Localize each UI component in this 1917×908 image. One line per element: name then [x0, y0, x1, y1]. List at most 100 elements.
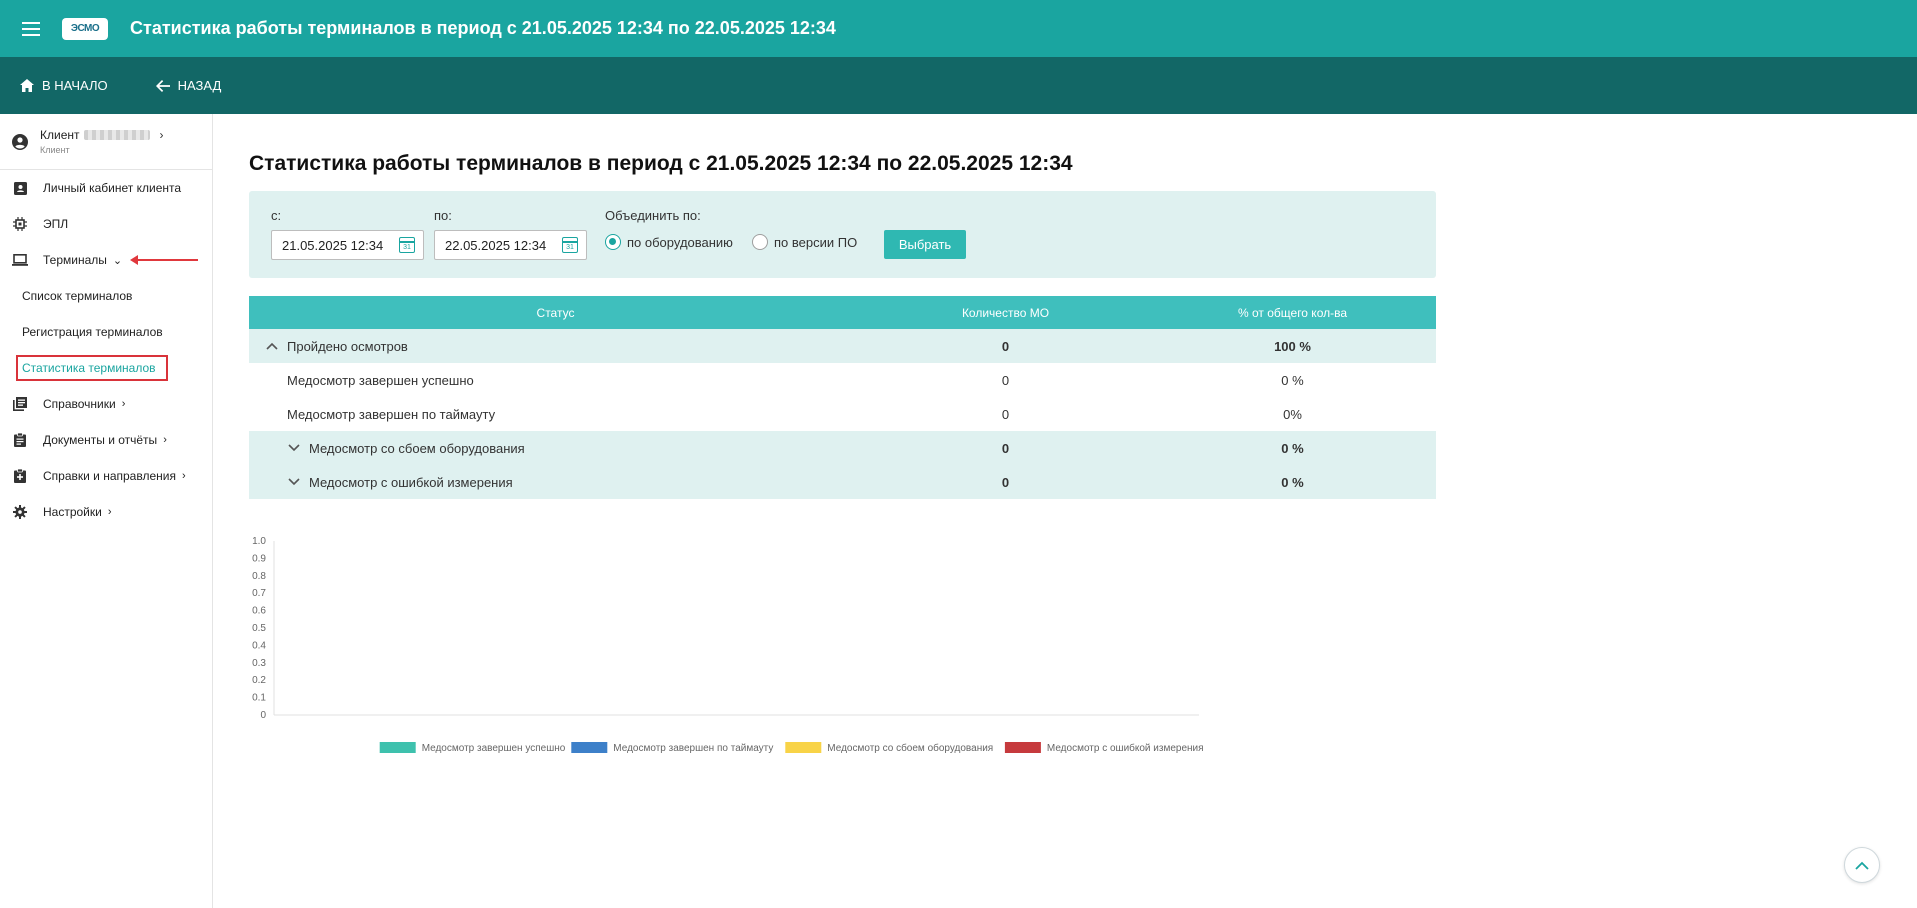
date-from-value: 21.05.2025 12:34 [282, 237, 384, 253]
row-status: Медосмотр со сбоем оборудования [309, 440, 525, 456]
row-percent: 100 % [1274, 338, 1311, 354]
legend-swatch [379, 742, 416, 753]
sidebar-subitem-terminal-registration[interactable]: Регистрация терминалов [0, 314, 212, 350]
arrow-left-icon [155, 79, 170, 92]
hamburger-menu-button[interactable] [16, 14, 46, 44]
statistics-table: Статус Количество МО % от общего кол-ва … [249, 296, 1436, 499]
table-row: Медосмотр завершен успешно 0 0 % [249, 363, 1436, 397]
sidebar-item-label: Справки и направления [43, 469, 176, 483]
client-role: Клиент [40, 145, 70, 155]
client-selector[interactable]: Клиент › Клиент [0, 114, 212, 170]
chevron-down-icon[interactable] [287, 478, 301, 486]
y-tick-label: 0.5 [252, 623, 266, 634]
legend-item[interactable]: Медосмотр завершен по таймауту [571, 742, 773, 754]
select-button[interactable]: Выбрать [884, 230, 966, 259]
chevron-right-icon: › [181, 470, 186, 482]
date-from-field[interactable]: 21.05.2025 12:34 31 [271, 230, 424, 260]
chevron-down-icon[interactable] [287, 444, 301, 452]
back-button[interactable]: НАЗАД [155, 78, 222, 93]
sidebar-item-client-cabinet[interactable]: Личный кабинет клиента [0, 170, 212, 206]
home-button-label: В НАЧАЛО [42, 78, 108, 93]
date-to-field[interactable]: 22.05.2025 12:34 31 [434, 230, 587, 260]
row-status: Медосмотр завершен по таймауту [287, 406, 496, 422]
sidebar-item-label: Личный кабинет клиента [43, 181, 182, 195]
column-header-percent[interactable]: % от общего кол-ва [1149, 306, 1436, 320]
back-button-label: НАЗАД [177, 78, 222, 93]
chevron-up-icon[interactable] [265, 342, 279, 350]
calendar-icon[interactable]: 31 [562, 237, 578, 253]
clipboard-icon [12, 432, 28, 448]
date-from-label: с: [271, 208, 282, 223]
chevron-up-icon [1855, 861, 1869, 870]
top-app-bar: ЭСМО Статистика работы терминалов в пери… [0, 0, 1917, 57]
row-count: 0 [1001, 338, 1010, 354]
menu-icon [22, 21, 40, 36]
client-name: Клиент [40, 128, 80, 142]
chip-icon [12, 216, 28, 232]
table-row-group[interactable]: Медосмотр со сбоем оборудования 0 0 % [249, 431, 1436, 465]
column-header-count[interactable]: Количество МО [862, 306, 1149, 320]
app-logo[interactable]: ЭСМО [62, 17, 108, 40]
sidebar-item-label: Справочники [43, 397, 116, 411]
y-tick-label: 1.0 [252, 536, 266, 547]
row-percent: 0 % [1281, 474, 1304, 490]
table-row: Медосмотр завершен по таймауту 0 0% [249, 397, 1436, 431]
table-row-group[interactable]: Пройдено осмотров 0 100 % [249, 329, 1436, 363]
chevron-right-icon: › [163, 434, 167, 446]
row-count: 0 [1001, 440, 1010, 456]
sidebar-item-epl[interactable]: ЭПЛ [0, 206, 212, 242]
date-to-value: 22.05.2025 12:34 [445, 237, 547, 253]
radio-group-by-software[interactable]: по версии ПО [752, 234, 857, 250]
date-to-label: по: [434, 208, 452, 223]
sidebar-subitem-terminal-list[interactable]: Список терминалов [0, 278, 212, 314]
radio-group-by-equipment[interactable]: по оборудованию [605, 234, 733, 250]
radio-label: по оборудованию [627, 234, 733, 250]
annotation-arrow [130, 255, 198, 265]
column-header-status[interactable]: Статус [249, 306, 862, 320]
sidebar: Клиент › Клиент Личный кабинет клиента Э… [0, 114, 213, 908]
radio-unselected-icon [752, 234, 768, 250]
y-tick-label: 0.8 [252, 571, 266, 582]
home-icon [20, 79, 34, 92]
sidebar-item-label: Настройки [43, 505, 102, 519]
sidebar-item-certificates-referrals[interactable]: Справки и направления › [0, 458, 212, 494]
home-button[interactable]: В НАЧАЛО [20, 78, 108, 93]
table-header: Статус Количество МО % от общего кол-ва [249, 296, 1436, 329]
legend-label: Медосмотр завершен успешно [422, 743, 566, 754]
y-tick-label: 0.4 [252, 640, 266, 651]
row-percent: 0% [1283, 406, 1302, 422]
scroll-to-top-button[interactable] [1844, 847, 1880, 883]
y-tick-label: 0.2 [252, 675, 266, 686]
row-percent: 0 % [1281, 440, 1304, 456]
sidebar-item-documents-reports[interactable]: Документы и отчёты › [0, 422, 212, 458]
client-name-redacted [83, 130, 150, 140]
radio-selected-icon [605, 234, 621, 250]
legend-item[interactable]: Медосмотр со сбоем оборудования [785, 742, 993, 754]
gear-icon [12, 504, 28, 520]
sidebar-item-settings[interactable]: Настройки › [0, 494, 212, 530]
sidebar-subitem-terminal-statistics[interactable]: Статистика терминалов [0, 350, 212, 386]
legend-label: Медосмотр со сбоем оборудования [827, 742, 993, 754]
active-item-highlight: Статистика терминалов [16, 355, 168, 381]
legend-item[interactable]: Медосмотр с ошибкой измерения [1004, 742, 1204, 754]
legend-item[interactable]: Медосмотр завершен успешно [379, 742, 566, 754]
legend-swatch [1004, 742, 1041, 753]
row-percent: 0 % [1281, 372, 1304, 388]
y-tick-label: 0 [260, 710, 266, 721]
navigation-bar: В НАЧАЛО НАЗАД [0, 57, 1917, 114]
row-count: 0 [1001, 474, 1010, 490]
calendar-icon[interactable]: 31 [399, 237, 415, 253]
sidebar-item-terminals[interactable]: Терминалы ⌄ [0, 242, 212, 278]
laptop-icon [12, 252, 28, 268]
table-row-group[interactable]: Медосмотр с ошибкой измерения 0 0 % [249, 465, 1436, 499]
sidebar-subitem-label: Список терминалов [22, 289, 133, 303]
chevron-right-icon: › [107, 506, 112, 518]
sidebar-item-references[interactable]: Справочники › [0, 386, 212, 422]
window-title: Статистика работы терминалов в период с … [130, 18, 836, 38]
legend-label: Медосмотр с ошибкой измерения [1047, 742, 1204, 754]
page-title: Статистика работы терминалов в период с … [249, 152, 1073, 175]
sidebar-item-label: Терминалы [43, 253, 107, 267]
chevron-right-icon: › [121, 398, 126, 410]
filter-panel: с: 21.05.2025 12:34 31 по: 22.05.2025 12… [249, 191, 1436, 278]
chevron-right-icon: › [159, 128, 164, 142]
